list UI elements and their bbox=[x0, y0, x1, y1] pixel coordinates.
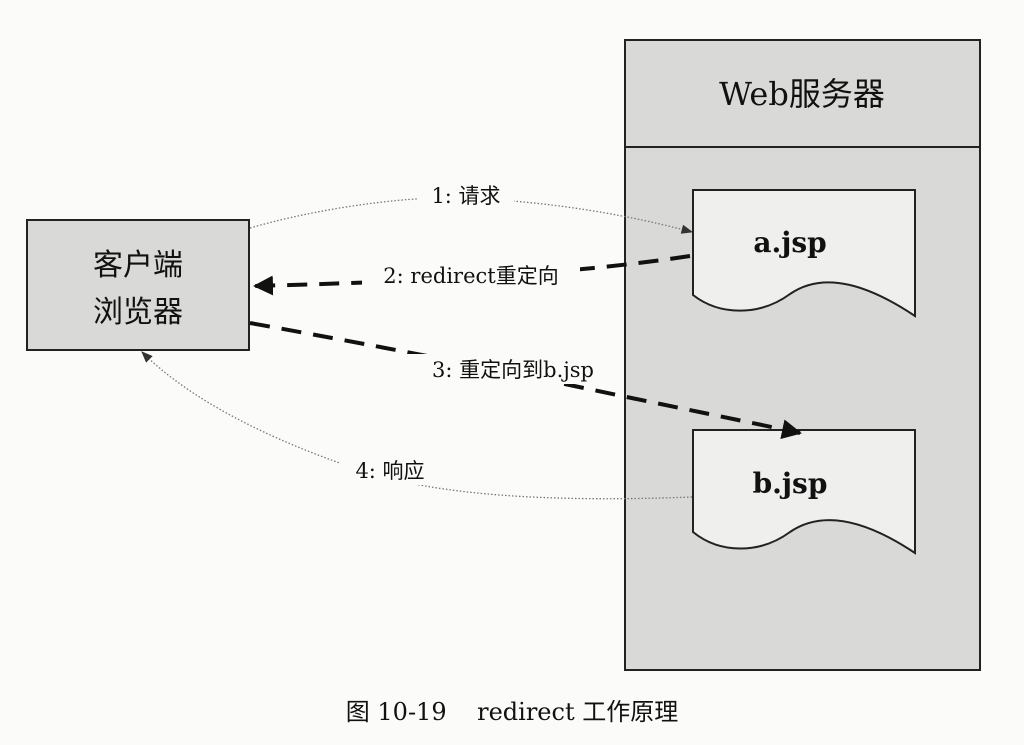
client-browser-box: 客户端 浏览器 bbox=[26, 219, 250, 351]
redirect-diagram: Web服务器 客户端 浏览器 a.jsp b.jsp 1: 请求 2: redi… bbox=[26, 39, 981, 726]
web-server-title: Web服务器 bbox=[719, 75, 885, 113]
step-2-label: 2: redirect重定向 bbox=[383, 264, 558, 288]
client-label-line1: 客户端 bbox=[93, 248, 183, 283]
figure-caption: 图 10-19 redirect 工作原理 bbox=[346, 698, 678, 726]
client-label-line2: 浏览器 bbox=[93, 295, 183, 330]
step-1-label: 1: 请求 bbox=[431, 184, 500, 208]
web-server-box: Web服务器 bbox=[624, 39, 981, 671]
a-jsp-label: a.jsp bbox=[753, 226, 826, 259]
step-3-label: 3: 重定向到b.jsp bbox=[432, 358, 594, 382]
b-jsp-label: b.jsp bbox=[753, 467, 828, 500]
step-4-label: 4: 响应 bbox=[355, 459, 424, 483]
